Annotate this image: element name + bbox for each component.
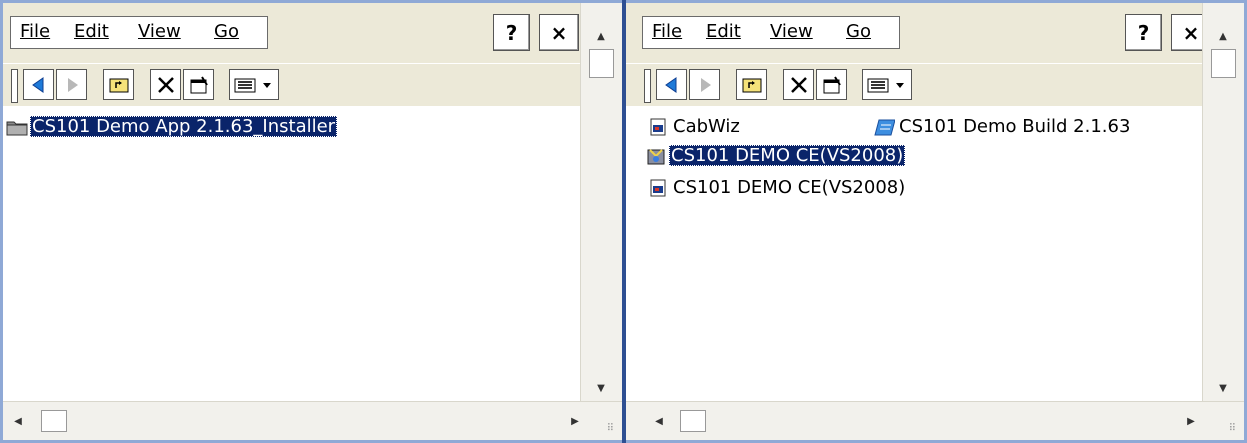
scroll-left-icon[interactable]: ◀ [652,414,666,428]
delete-x-icon [790,76,807,93]
menu-edit[interactable]: Edit [74,21,109,42]
resize-grip-icon[interactable]: ⠿ [1229,423,1236,434]
forward-arrow-icon [67,77,78,92]
item-name: CS101 Demo App 2.1.63_Installer [30,116,338,137]
horizontal-scroll-thumb[interactable] [41,410,67,432]
properties-icon [823,75,841,93]
scroll-up-icon[interactable]: ▲ [1216,29,1230,43]
up-folder-icon [742,78,761,92]
item-name: CS101 Demo Build 2.1.63 [899,116,1131,137]
view-list-icon [234,78,271,92]
executable-icon [647,116,669,138]
menu-edit[interactable]: Edit [706,21,741,42]
delete-button[interactable] [150,69,181,100]
resize-grip-icon[interactable]: ⠿ [607,423,614,434]
horizontal-scroll-thumb[interactable] [680,410,706,432]
forward-arrow-icon [700,77,711,92]
delete-button[interactable] [783,69,814,100]
forward-button[interactable] [56,69,87,100]
toolbar [626,63,1203,106]
close-button[interactable]: × [539,14,579,51]
back-arrow-icon [664,76,676,93]
item-name: CabWiz [673,116,740,137]
up-folder-icon [109,78,128,92]
toolbar [3,63,581,106]
vertical-scroll-thumb[interactable] [589,49,614,78]
menu-go[interactable]: Go [214,21,239,42]
scroll-up-icon[interactable]: ▲ [594,29,608,43]
list-item[interactable]: CabWiz [647,113,742,140]
up-folder-button[interactable] [103,69,134,100]
menu-go[interactable]: Go [846,21,871,42]
item-name: CS101 DEMO CE(VS2008) [669,145,906,166]
menu-view[interactable]: View [138,21,181,42]
list-item[interactable]: CS101 DEMO CE(VS2008) [647,174,907,201]
file-list: CabWiz CS101 Demo Build 2.1.63 CS101 DEM… [626,106,1203,402]
horizontal-scrollbar[interactable]: ◀ ▶ ⠿ [626,401,1244,440]
properties-button[interactable] [816,69,847,100]
document-icon [873,116,895,138]
scroll-right-icon[interactable]: ▶ [1184,414,1198,428]
item-name: CS101 DEMO CE(VS2008) [673,177,906,198]
scroll-down-icon[interactable]: ▼ [594,381,608,395]
executable-icon [647,177,669,199]
list-item[interactable]: CS101 Demo App 2.1.63_Installer [6,113,338,140]
list-item[interactable]: CS101 DEMO CE(VS2008) [645,142,906,169]
explorer-window-right: File Edit View Go ? × CabWiz CS101 Demo … [626,0,1247,443]
back-arrow-icon [31,76,43,93]
toolbar-grip[interactable] [11,69,18,103]
back-button[interactable] [656,69,687,100]
setup-package-icon [645,145,667,167]
horizontal-scrollbar[interactable]: ◀ ▶ ⠿ [3,401,622,440]
explorer-window-left: File Edit View Go ? × CS101 Demo App 2.1… [0,0,622,443]
menu-bar: File Edit View Go ? × [626,3,1211,63]
scroll-down-icon[interactable]: ▼ [1216,381,1230,395]
help-button[interactable]: ? [493,14,530,51]
up-folder-button[interactable] [736,69,767,100]
menu-view[interactable]: View [770,21,813,42]
folder-icon [6,116,28,138]
properties-button[interactable] [183,69,214,100]
list-item[interactable]: CS101 Demo Build 2.1.63 [873,113,1132,140]
scroll-left-icon[interactable]: ◀ [11,414,25,428]
delete-x-icon [157,76,174,93]
scroll-right-icon[interactable]: ▶ [568,414,582,428]
vertical-scrollbar[interactable]: ▲ ▼ [1202,3,1244,405]
vertical-scroll-thumb[interactable] [1211,49,1236,78]
vertical-scrollbar[interactable]: ▲ ▼ [580,3,622,405]
toolbar-grip[interactable] [644,69,651,103]
menu-file[interactable]: File [652,21,682,42]
view-list-icon [867,78,904,92]
view-options-button[interactable] [229,69,279,100]
forward-button[interactable] [689,69,720,100]
back-button[interactable] [23,69,54,100]
help-button[interactable]: ? [1125,14,1162,51]
menu-file[interactable]: File [20,21,50,42]
menu-bar: File Edit View Go ? × [3,3,581,63]
properties-icon [190,75,208,93]
file-list: CS101 Demo App 2.1.63_Installer [3,106,581,402]
view-options-button[interactable] [862,69,912,100]
